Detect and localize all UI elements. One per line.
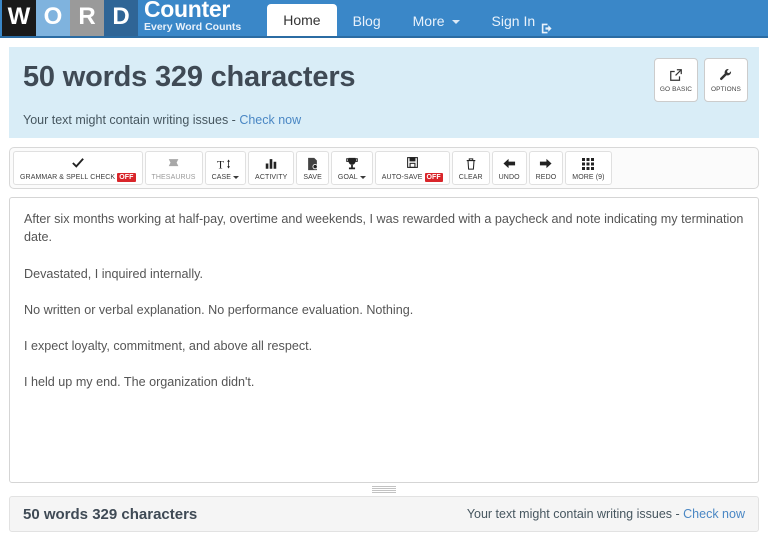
grid-icon [581,156,595,171]
editor-paragraph: Devastated, I inquired internally. [24,266,203,281]
logo-tagline: Every Word Counts [144,21,242,34]
case-label: CASE [211,174,240,181]
nav-item-sign-in-label: Sign In [491,13,536,29]
text-case-icon: T [217,156,233,171]
nav-item-more[interactable]: More [397,6,476,36]
redo-button[interactable]: REDO [528,151,564,185]
logo-letter-w: W [2,0,36,36]
editor-paragraph: No written or verbal explanation. No per… [24,302,414,317]
writing-issues-notice: Your text might contain writing issues -… [23,113,745,127]
arrow-right-icon [538,156,553,171]
grammar-spell-check-text: GRAMMAR & SPELL CHECK [20,174,116,181]
grip-line [372,490,396,491]
bar-chart-icon [264,156,278,171]
arrow-left-icon [502,156,517,171]
resize-grip-handle[interactable] [372,486,396,493]
chevron-down-icon [451,20,460,24]
grip-line [372,492,396,493]
writing-issues-text: Your text might contain writing issues - [23,113,236,127]
status-footer: 50 words 329 characters Your text might … [9,496,759,532]
page-title: 50 words 329 characters [23,61,356,93]
editor-paragraph: I expect loyalty, commitment, and above … [24,339,313,353]
check-icon [71,155,85,170]
auto-save-text: AUTO-SAVE [381,174,423,181]
wrench-icon [719,68,733,83]
activity-button[interactable]: ACTIVITY [248,151,295,185]
trash-icon [465,156,477,171]
logo-wordmark: Counter Every Word Counts [144,0,241,36]
options-label: OPTIONS [711,85,741,93]
save-document-icon [306,156,319,171]
undo-button[interactable]: UNDO [491,151,527,185]
case-button[interactable]: T CASE [204,151,247,185]
options-button[interactable]: OPTIONS [704,58,748,102]
stats-header-panel: 50 words 329 characters Your text might … [9,47,759,138]
chevron-down-icon [233,176,240,179]
nav-item-blog-label: Blog [352,13,381,29]
grammar-status-badge: OFF [117,173,136,182]
clear-label: CLEAR [458,174,483,181]
logo-letter-d: D [104,0,138,36]
footer-writing-issues-text: Your text might contain writing issues - [466,507,680,521]
footer-writing-issues-notice: Your text might contain writing issues -… [467,507,745,521]
header-action-buttons: GO BASIC OPTIONS [654,58,748,102]
editor-toolbar: GRAMMAR & SPELL CHECK OFF THESAURUS T CA… [9,147,759,189]
grip-line [372,486,396,487]
clear-button[interactable]: CLEAR [451,151,490,185]
footer-check-now-link[interactable]: Check now [683,507,745,521]
goal-label: GOAL [338,174,366,181]
editor-resize-bar [9,483,759,496]
nav-item-home-label: Home [283,12,321,28]
floppy-disk-icon [406,155,419,170]
thesaurus-label: THESAURUS [151,174,196,181]
more-button[interactable]: MORE (9) [565,151,612,185]
sign-in-icon [541,15,554,33]
go-basic-label: GO BASIC [659,85,693,93]
auto-save-button[interactable]: AUTO-SAVE OFF [374,151,450,185]
auto-save-status-badge: OFF [424,173,443,182]
nav-item-blog[interactable]: Blog [337,6,397,36]
logo-letter-r: R [70,0,104,36]
save-label: SAVE [303,174,322,181]
save-button[interactable]: SAVE [296,151,329,185]
nav-item-sign-in[interactable]: Sign In [476,6,571,36]
nav-item-more-label: More [412,13,445,29]
top-navbar: W O R D Counter Every Word Counts Home B… [0,0,768,38]
thesaurus-button[interactable]: THESAURUS [144,151,203,185]
goal-text: GOAL [337,174,358,181]
footer-word-count: 50 words 329 characters [23,505,198,523]
more-label: MORE (9) [572,174,605,181]
grammar-spell-check-label: GRAMMAR & SPELL CHECK OFF [20,173,136,182]
external-link-icon [669,68,683,83]
go-basic-button[interactable]: GO BASIC [654,58,698,102]
chevron-down-icon [359,176,366,179]
editor-paragraph: I held up my end. The organization didn'… [24,375,255,390]
activity-label: ACTIVITY [255,174,288,181]
svg-text:T: T [217,159,224,171]
logo-title: Counter [144,0,231,23]
goal-button[interactable]: GOAL [330,151,373,185]
text-editor-area[interactable]: After six months working at half-pay, ov… [9,197,759,483]
nav-item-home[interactable]: Home [267,4,337,36]
grammar-spell-check-button[interactable]: GRAMMAR & SPELL CHECK OFF [13,151,143,185]
nav-menu: Home Blog More Sign In [267,0,570,36]
page-container: 50 words 329 characters Your text might … [0,38,768,548]
editor-paragraph: After six months working at half-pay, ov… [24,212,744,245]
redo-label: REDO [535,174,557,181]
site-logo[interactable]: W O R D Counter Every Word Counts [0,0,241,36]
case-text: CASE [211,174,232,181]
logo-letter-o: O [36,0,70,36]
undo-label: UNDO [498,174,520,181]
grip-line [372,488,396,489]
book-icon [167,156,181,171]
trophy-icon [345,156,359,171]
logo-letter-boxes: W O R D [2,0,138,36]
check-now-link[interactable]: Check now [239,113,301,127]
auto-save-label: AUTO-SAVE OFF [382,173,443,182]
